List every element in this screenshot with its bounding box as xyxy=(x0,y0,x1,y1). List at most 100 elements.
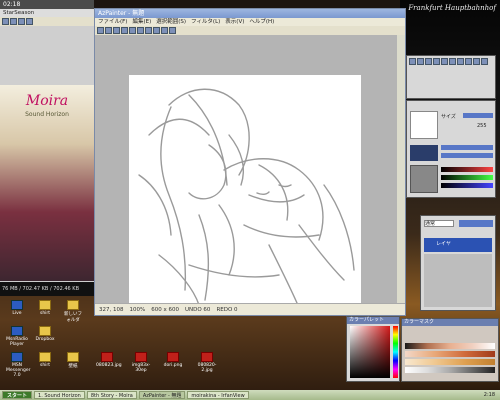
taskbar-item-active[interactable]: AzPainter - 無題 xyxy=(138,391,186,399)
swatch-row[interactable] xyxy=(405,343,495,349)
image-file-icon xyxy=(101,352,113,362)
rotate-icon[interactable] xyxy=(153,27,160,34)
desktop-icon[interactable]: dori.png xyxy=(162,352,184,368)
tool-palette[interactable] xyxy=(406,55,496,99)
open-icon[interactable] xyxy=(105,27,112,34)
layer-palette[interactable]: 通常 レイヤ xyxy=(420,215,496,311)
desktop-icon[interactable]: 壁紙 xyxy=(62,352,84,369)
left-window-toolbar xyxy=(0,17,94,26)
menu-select[interactable]: 選択範囲(S) xyxy=(156,18,186,26)
save-icon[interactable] xyxy=(113,27,120,34)
color-gradient-field[interactable] xyxy=(350,326,390,378)
taskbar-item[interactable]: 1. Sound Horizon xyxy=(34,391,85,399)
menu-file[interactable]: ファイル(F) xyxy=(98,18,127,26)
folder-icon xyxy=(67,352,79,362)
brush-size-label: サイズ xyxy=(441,114,456,120)
tool-grid xyxy=(407,56,495,67)
menu-filter[interactable]: フィルタ(L) xyxy=(191,18,220,26)
eraser-tool-icon[interactable] xyxy=(425,58,432,65)
brush-size-slider[interactable] xyxy=(463,113,493,118)
brush-tool-icon[interactable] xyxy=(417,58,424,65)
stop-icon[interactable] xyxy=(18,18,25,25)
desktop-icon[interactable]: 新しいフォルダ xyxy=(62,300,84,323)
desktop-icon[interactable]: MsnRadio Player xyxy=(6,326,28,347)
app-icon xyxy=(11,300,23,310)
grid-icon[interactable] xyxy=(169,27,176,34)
desktop-icon[interactable]: 080823.jpg xyxy=(96,352,122,368)
drawing-canvas[interactable] xyxy=(129,75,361,307)
brush-density-value: 255 xyxy=(477,123,487,129)
red-slider[interactable] xyxy=(441,167,493,172)
sketch-lines xyxy=(138,88,355,306)
folder-icon xyxy=(39,352,51,362)
pen-tool-icon[interactable] xyxy=(409,58,416,65)
desktop-icon[interactable]: 080820-2.jpg xyxy=(196,352,218,373)
image-file-icon xyxy=(201,352,213,362)
move-tool-icon[interactable] xyxy=(473,58,480,65)
blue-slider[interactable] xyxy=(441,183,493,188)
album-promo: Moira Sound Horizon xyxy=(0,85,94,281)
image-file-icon xyxy=(167,352,179,362)
status-bar: 327, 108 100% 600 x 600 UNDO 60 REDO 0 xyxy=(95,303,405,315)
left-window-time: 02:18 xyxy=(0,0,94,9)
spoit-tool-icon[interactable] xyxy=(481,58,488,65)
new-icon[interactable] xyxy=(97,27,104,34)
taskbar-item[interactable]: moirakina - IrfanView xyxy=(187,391,249,399)
desktop-icon[interactable]: shirt xyxy=(34,300,56,316)
brush-color-box[interactable] xyxy=(410,145,438,161)
color-picker-window[interactable]: カラーパレット xyxy=(346,316,400,382)
undo-icon[interactable] xyxy=(121,27,128,34)
promo-subtitle: Sound Horizon xyxy=(25,111,69,118)
menu-bar: ファイル(F) 編集(E) 選択範囲(S) フィルタ(L) 表示(V) ヘルプ(… xyxy=(95,18,405,26)
desktop-icon[interactable]: MSN Messenger 7.0 xyxy=(6,352,30,378)
zoom-out-icon[interactable] xyxy=(145,27,152,34)
zoom-in-icon[interactable] xyxy=(137,27,144,34)
painter-window[interactable]: AzPainter - 無題 ファイル(F) 編集(E) 選択範囲(S) フィル… xyxy=(94,8,406,316)
canvas-area[interactable] xyxy=(95,35,397,307)
line-tool-icon[interactable] xyxy=(441,58,448,65)
left-window-stats: 76 MB / 702.47 KB / 702.46 KB xyxy=(0,282,94,296)
fill-tool-icon[interactable] xyxy=(433,58,440,65)
status-coords: 327, 108 xyxy=(99,307,124,313)
menu-view[interactable]: 表示(V) xyxy=(225,18,244,26)
taskbar: スタート 1. Sound Horizon 8th Story - Moira … xyxy=(0,390,500,400)
swatch-row[interactable] xyxy=(405,359,495,365)
folder-icon xyxy=(39,300,51,310)
desktop-icon[interactable]: img83x-30ep xyxy=(130,352,152,373)
folder-icon xyxy=(67,300,79,310)
left-window-name: StarSeason xyxy=(0,9,94,17)
layer-opacity-slider[interactable] xyxy=(459,220,493,227)
left-window[interactable]: 02:18 StarSeason Moira Sound Horizon 76 … xyxy=(0,0,94,296)
swatch-row[interactable] xyxy=(405,351,495,357)
menu-edit[interactable]: 編集(E) xyxy=(132,18,151,26)
blend-mode-select[interactable]: 通常 xyxy=(424,220,454,227)
forward-icon[interactable] xyxy=(10,18,17,25)
color-swatch-pair[interactable] xyxy=(410,165,438,193)
menu-help[interactable]: ヘルプ(H) xyxy=(249,18,274,26)
color-picker-title: カラーパレット xyxy=(347,317,399,324)
taskbar-item[interactable]: 8th Story - Moira xyxy=(86,391,137,399)
rect-tool-icon[interactable] xyxy=(449,58,456,65)
select-tool-icon[interactable] xyxy=(465,58,472,65)
green-slider[interactable] xyxy=(441,175,493,180)
layer-row-active[interactable]: レイヤ xyxy=(424,238,492,252)
swatch-row[interactable] xyxy=(405,367,495,373)
color-mask-palette[interactable]: カラーマスク xyxy=(401,318,499,382)
taskbar-clock: 2:18 xyxy=(483,392,495,398)
desktop-icon[interactable]: Dropbox xyxy=(34,326,56,342)
canvas-scrollbar[interactable] xyxy=(397,35,405,303)
desktop-icon[interactable]: Live xyxy=(6,300,28,316)
layer-list xyxy=(424,254,492,307)
refresh-icon[interactable] xyxy=(26,18,33,25)
back-icon[interactable] xyxy=(2,18,9,25)
redo-icon[interactable] xyxy=(129,27,136,34)
painter-toolbar xyxy=(95,26,405,35)
start-button[interactable]: スタート xyxy=(2,391,33,399)
desktop-icon[interactable]: shirt xyxy=(34,352,56,368)
opacity-slider[interactable] xyxy=(441,145,493,150)
ellipse-tool-icon[interactable] xyxy=(457,58,464,65)
brush-palette[interactable]: サイズ 255 xyxy=(406,100,496,198)
hue-slider[interactable] xyxy=(393,326,398,378)
flip-icon[interactable] xyxy=(161,27,168,34)
pressure-slider[interactable] xyxy=(441,153,493,158)
